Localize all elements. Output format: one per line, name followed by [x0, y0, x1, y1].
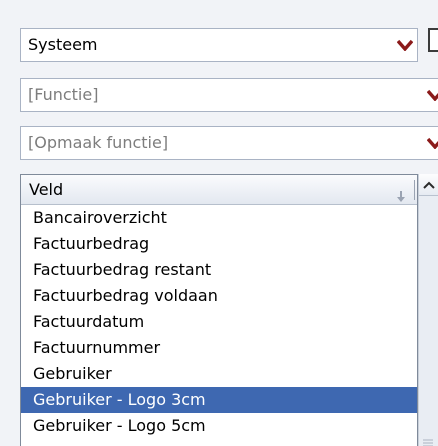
- list-item[interactable]: Factuurbedrag restant: [21, 257, 417, 283]
- list-column-header[interactable]: Veld: [21, 175, 417, 205]
- vertical-scrollbar[interactable]: [418, 174, 438, 446]
- format-function-select-placeholder: [Opmaak functie]: [28, 133, 169, 152]
- chevron-down-icon[interactable]: [424, 127, 438, 159]
- checkbox[interactable]: [428, 28, 438, 52]
- list-item[interactable]: Factuurdatum: [21, 309, 417, 335]
- chevron-down-icon[interactable]: [424, 79, 438, 111]
- function-select[interactable]: [Functie]: [20, 78, 438, 112]
- system-select[interactable]: Systeem: [20, 28, 418, 62]
- list-item[interactable]: Bancairoverzicht: [21, 205, 417, 231]
- chevron-down-icon[interactable]: [394, 29, 416, 61]
- list-item-selected[interactable]: Gebruiker - Logo 3cm: [21, 387, 417, 413]
- list-item[interactable]: Gebruiker: [21, 361, 417, 387]
- list-item[interactable]: Gebruiker - Logo 5cm: [21, 413, 417, 439]
- column-divider[interactable]: [414, 180, 415, 200]
- column-header-label: Veld: [29, 180, 64, 199]
- scroll-up-arrow-icon[interactable]: [419, 174, 438, 196]
- format-function-select[interactable]: [Opmaak functie]: [20, 126, 438, 160]
- scroll-grip-icon: [423, 432, 433, 446]
- field-list[interactable]: Veld Bancairoverzicht Factuurbedrag Fact…: [20, 174, 418, 446]
- function-select-placeholder: [Functie]: [28, 85, 99, 104]
- sort-down-arrow-icon[interactable]: [394, 184, 408, 202]
- list-item[interactable]: Factuurbedrag voldaan: [21, 283, 417, 309]
- list-item[interactable]: Factuurnummer: [21, 335, 417, 361]
- system-select-value: Systeem: [28, 35, 98, 54]
- list-item[interactable]: Factuurbedrag: [21, 231, 417, 257]
